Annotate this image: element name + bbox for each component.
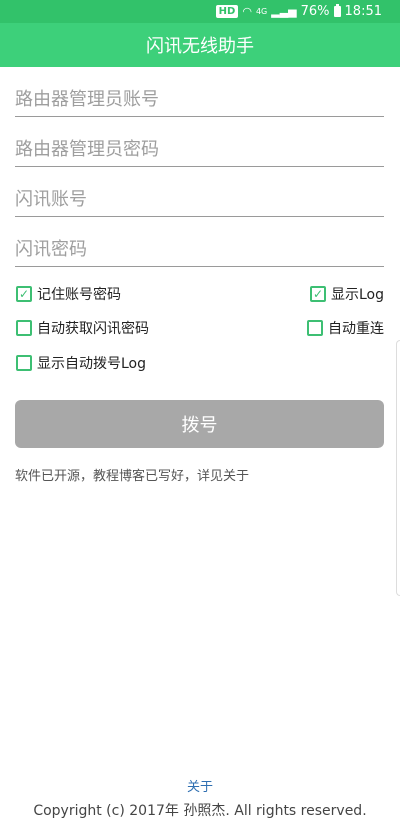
show-auto-dial-log-checkbox[interactable]: 显示自动拨号Log [16, 353, 146, 373]
clock: 18:51 [344, 4, 382, 19]
show-log-label: 显示Log [330, 287, 384, 303]
wifi-icon: ◠ [242, 5, 252, 18]
show-log-checkbox[interactable]: 显示Log [309, 284, 384, 304]
checkbox-checked-icon[interactable] [309, 286, 326, 302]
remember-label: 记住账号密码 [37, 287, 121, 303]
dial-button-label: 拨号 [181, 415, 218, 436]
shanxun-password-input[interactable] [15, 239, 384, 260]
router-password-input[interactable] [15, 139, 384, 160]
dial-button[interactable]: 拨号 [15, 400, 384, 448]
app-bar: 闪讯无线助手 [0, 23, 400, 67]
status-bar: HD ◠ 4G ▂▃▅ 76% 18:51 [0, 0, 400, 23]
remember-checkbox[interactable]: 记住账号密码 [16, 284, 121, 304]
shanxun-account-field[interactable] [15, 177, 384, 217]
hd-badge: HD [215, 5, 239, 18]
router-password-field[interactable] [15, 127, 384, 167]
auto-reconnect-checkbox[interactable]: 自动重连 [307, 318, 384, 338]
checkbox-checked-icon[interactable] [16, 286, 32, 302]
edge-panel-handle[interactable] [396, 340, 400, 596]
app-title: 闪讯无线助手 [146, 36, 254, 57]
battery-percent: 76% [300, 4, 330, 19]
battery-icon [333, 4, 341, 17]
shanxun-password-field[interactable] [15, 227, 384, 267]
auto-get-password-label: 自动获取闪讯密码 [37, 321, 149, 337]
show-auto-dial-log-label: 显示自动拨号Log [37, 356, 147, 372]
checkbox-unchecked-icon[interactable] [307, 320, 323, 336]
router-account-field[interactable] [15, 77, 384, 117]
network-type: 4G [255, 6, 268, 16]
about-link[interactable]: 关于 [0, 776, 400, 795]
copyright-text: Copyright (c) 2017年 孙照杰. All rights rese… [33, 803, 367, 819]
shanxun-account-input[interactable] [15, 189, 384, 210]
auto-get-password-checkbox[interactable]: 自动获取闪讯密码 [16, 318, 149, 338]
checkbox-unchecked-icon[interactable] [16, 320, 32, 336]
checkbox-unchecked-icon[interactable] [16, 355, 32, 371]
open-source-note: 软件已开源，教程博客已写好，详见关于 [15, 469, 250, 484]
auto-reconnect-label: 自动重连 [328, 321, 384, 337]
signal-icon: ▂▃▅ [271, 5, 297, 18]
router-account-input[interactable] [15, 89, 384, 110]
